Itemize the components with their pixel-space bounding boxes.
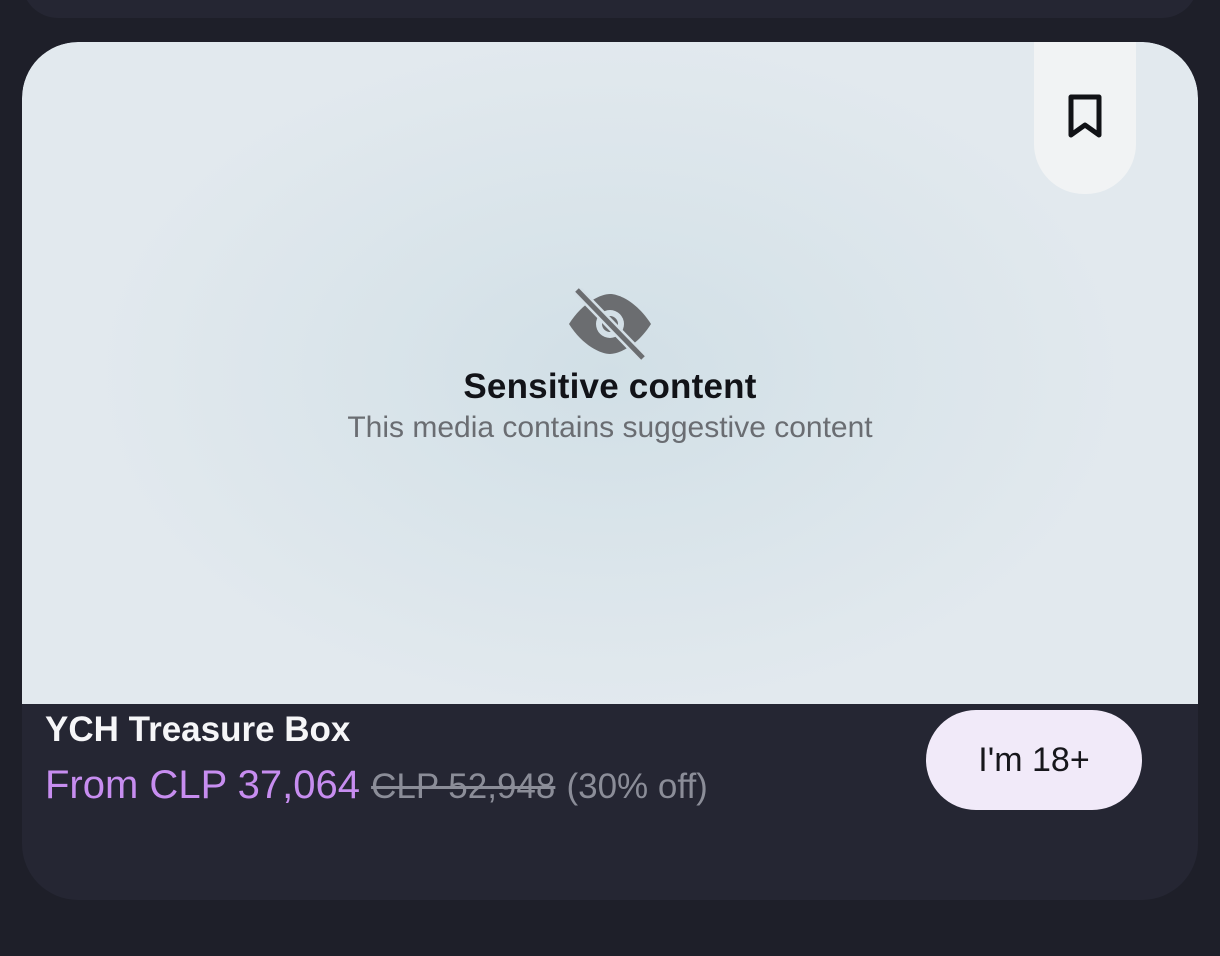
sensitive-title: Sensitive content: [463, 367, 757, 406]
original-price: CLP 52,948: [371, 767, 556, 806]
bookmark-button[interactable]: [1034, 42, 1136, 194]
media-preview[interactable]: Sensitive content This media contains su…: [22, 42, 1198, 704]
product-info: YCH Treasure Box From CLP 37,064 CLP 52,…: [45, 706, 905, 814]
product-title: YCH Treasure Box: [45, 710, 351, 749]
previous-card-edge: [22, 0, 1198, 18]
bookmark-icon: [1065, 93, 1105, 144]
sensitive-subtitle: This media contains suggestive content: [347, 411, 873, 444]
price-line: From CLP 37,064 CLP 52,948 (30% off): [45, 758, 905, 814]
age-confirm-button[interactable]: I'm 18+: [926, 710, 1142, 810]
discount-label: (30% off): [566, 767, 708, 806]
current-price: From CLP 37,064: [45, 763, 360, 807]
eye-off-icon: [567, 286, 653, 362]
sensitive-content-notice: Sensitive content This media contains su…: [22, 286, 1198, 445]
